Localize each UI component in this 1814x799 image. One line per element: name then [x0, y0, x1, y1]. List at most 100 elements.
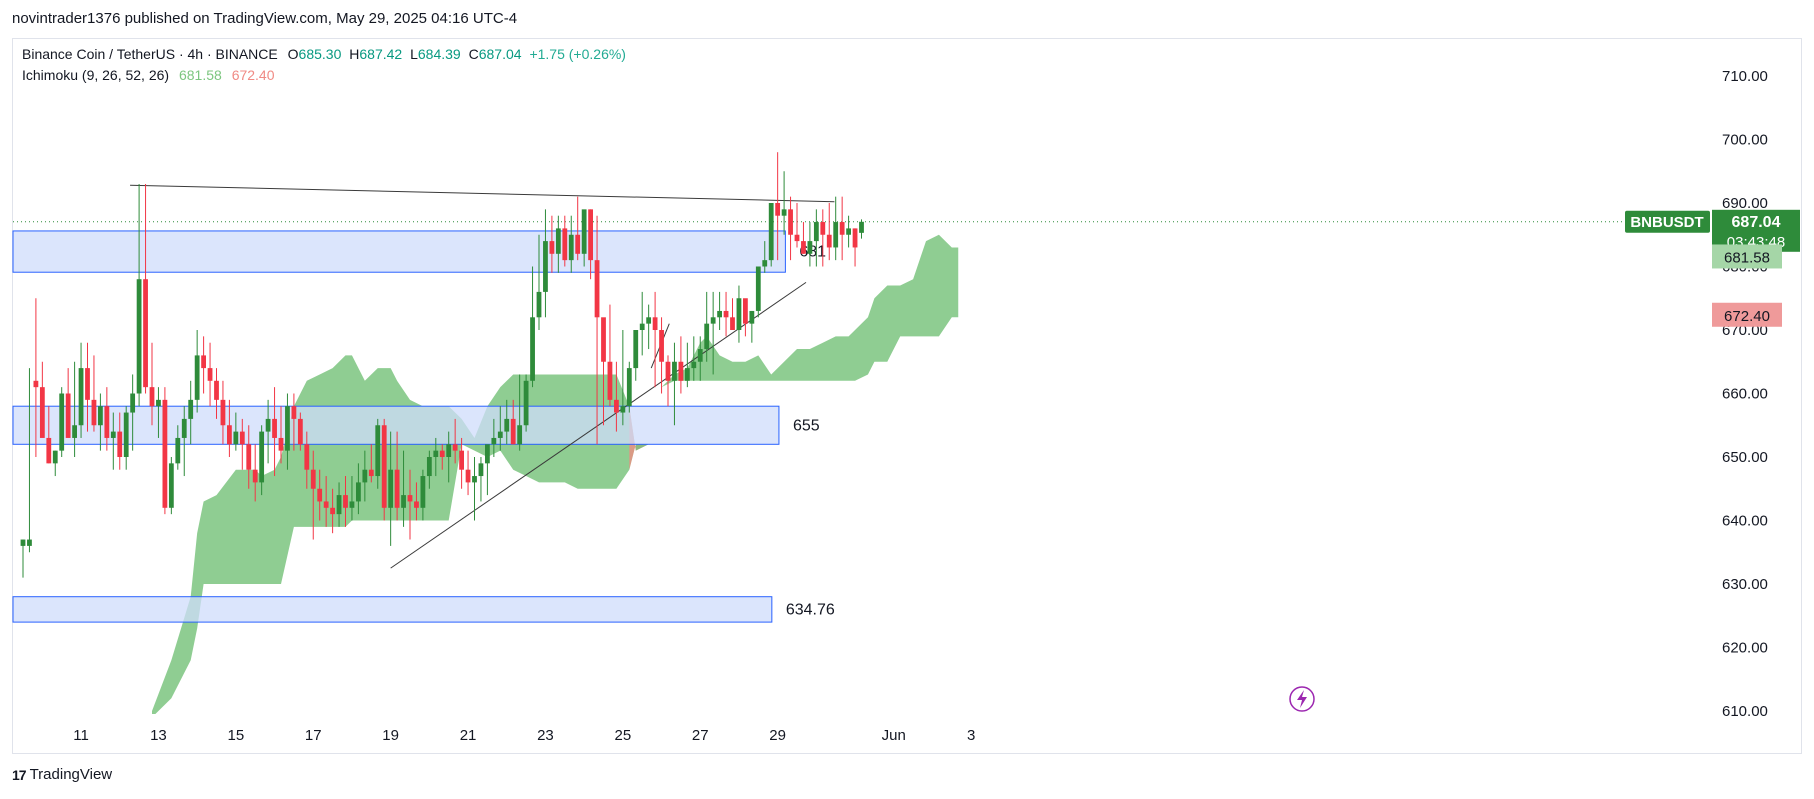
- candle-down: [65, 368, 71, 438]
- close-value: 687.04: [478, 46, 522, 62]
- candle-down: [465, 450, 471, 496]
- indicator-title[interactable]: Ichimoku (9, 26, 52, 26): [22, 67, 169, 83]
- candle-body: [678, 361, 684, 381]
- price-tick-label: 710.00: [1722, 68, 1768, 85]
- candle-body: [510, 418, 516, 445]
- candle-up: [626, 361, 632, 413]
- candle-body: [788, 209, 793, 235]
- candle-body: [504, 418, 510, 432]
- candle-body: [207, 368, 213, 381]
- candle-body: [194, 355, 200, 400]
- support-resistance-zones: 681655634.76: [12, 230, 835, 623]
- candle-body: [201, 355, 206, 369]
- candle-down: [723, 291, 729, 337]
- candle-body: [110, 431, 116, 438]
- time-tick-label: 21: [460, 727, 477, 744]
- candle-body: [846, 228, 851, 235]
- candle-body: [549, 241, 555, 254]
- candle-up: [52, 450, 58, 477]
- candle-body: [801, 241, 806, 254]
- candle-body: [130, 393, 136, 413]
- candle-body: [343, 495, 348, 508]
- candle-body: [349, 501, 355, 508]
- candle-body: [652, 317, 658, 330]
- price-chart[interactable]: 681655634.76 610.00620.00630.00640.00650…: [0, 0, 1814, 760]
- candle-body: [594, 260, 600, 318]
- candle-body: [523, 380, 529, 426]
- candle-body: [607, 361, 613, 400]
- candle-body: [265, 418, 271, 432]
- candle-body: [710, 317, 716, 324]
- candle-body: [117, 431, 123, 457]
- candle-body: [826, 234, 832, 248]
- flash-icon[interactable]: [1289, 686, 1315, 712]
- candle-up: [194, 330, 200, 413]
- candle-body: [227, 425, 232, 445]
- candle-body: [452, 444, 458, 451]
- candle-body: [839, 222, 845, 235]
- time-tick-label: 17: [305, 727, 322, 744]
- candle-down: [201, 336, 206, 394]
- candle-body: [665, 361, 671, 381]
- candle-body: [375, 425, 381, 477]
- symbol-ohlc-row: Binance Coin / TetherUS · 4h · BINANCE O…: [22, 44, 626, 65]
- brand-name: TradingView: [29, 766, 113, 783]
- candle-body: [407, 495, 413, 502]
- candle-body: [646, 317, 652, 324]
- candle-body: [439, 450, 445, 457]
- candle-down: [826, 203, 832, 261]
- time-tick-label: 3: [967, 727, 975, 744]
- candle-down: [730, 298, 735, 330]
- price-axis[interactable]: 610.00620.00630.00640.00650.00660.00670.…: [1722, 68, 1768, 720]
- candle-down: [207, 342, 213, 407]
- candle-up: [639, 291, 645, 356]
- close-label: C: [468, 46, 479, 62]
- candle-up: [78, 342, 84, 438]
- candle-body: [420, 476, 426, 508]
- candle-body: [278, 437, 284, 451]
- candle-up: [530, 266, 535, 388]
- candle-down: [743, 298, 748, 337]
- candle-up: [136, 183, 142, 407]
- candle-body: [330, 507, 335, 515]
- candle-down: [839, 196, 845, 261]
- candle-body: [143, 279, 148, 388]
- candle-up: [20, 539, 26, 578]
- price-tick-label: 660.00: [1722, 386, 1768, 403]
- candle-down: [852, 228, 858, 267]
- symbol-title[interactable]: Binance Coin / TetherUS · 4h · BINANCE: [22, 46, 278, 62]
- time-axis[interactable]: 11 13 15 17 19 21 23 25 27 29 Jun 3: [73, 727, 975, 744]
- candle-body: [852, 228, 858, 248]
- candle-body: [472, 476, 477, 483]
- candle-up: [846, 215, 851, 248]
- indicator-row: Ichimoku (9, 26, 52, 26) 681.58 672.40: [22, 65, 626, 86]
- footer-brand[interactable]: 17 TradingView: [12, 766, 112, 783]
- candle-body: [104, 406, 110, 438]
- candle-body: [536, 291, 542, 318]
- candle-body: [833, 222, 839, 248]
- candle-down: [162, 387, 168, 515]
- candle-up: [736, 285, 742, 343]
- candle-body: [555, 228, 561, 254]
- tradingview-logo-icon: 17: [12, 766, 27, 783]
- candle-up: [781, 171, 787, 235]
- candle-body: [388, 469, 394, 508]
- candle-body: [601, 317, 606, 362]
- candle-up: [646, 304, 652, 350]
- low-label: L: [410, 46, 418, 62]
- candle-up: [768, 203, 774, 267]
- candle-down: [562, 215, 568, 267]
- candle-body: [381, 425, 387, 508]
- candle-body: [743, 298, 748, 324]
- candle-body: [72, 425, 77, 438]
- candle-down: [788, 196, 793, 261]
- candle-body: [356, 482, 361, 502]
- candle-body: [123, 412, 129, 457]
- candle-body: [98, 406, 103, 426]
- change-value: +1.75 (+0.26%): [529, 46, 626, 62]
- candle-body: [188, 399, 194, 419]
- candle-body: [394, 469, 400, 508]
- candle-body: [91, 399, 97, 426]
- candle-body: [304, 444, 310, 470]
- last-price-value: 687.04: [1732, 214, 1781, 231]
